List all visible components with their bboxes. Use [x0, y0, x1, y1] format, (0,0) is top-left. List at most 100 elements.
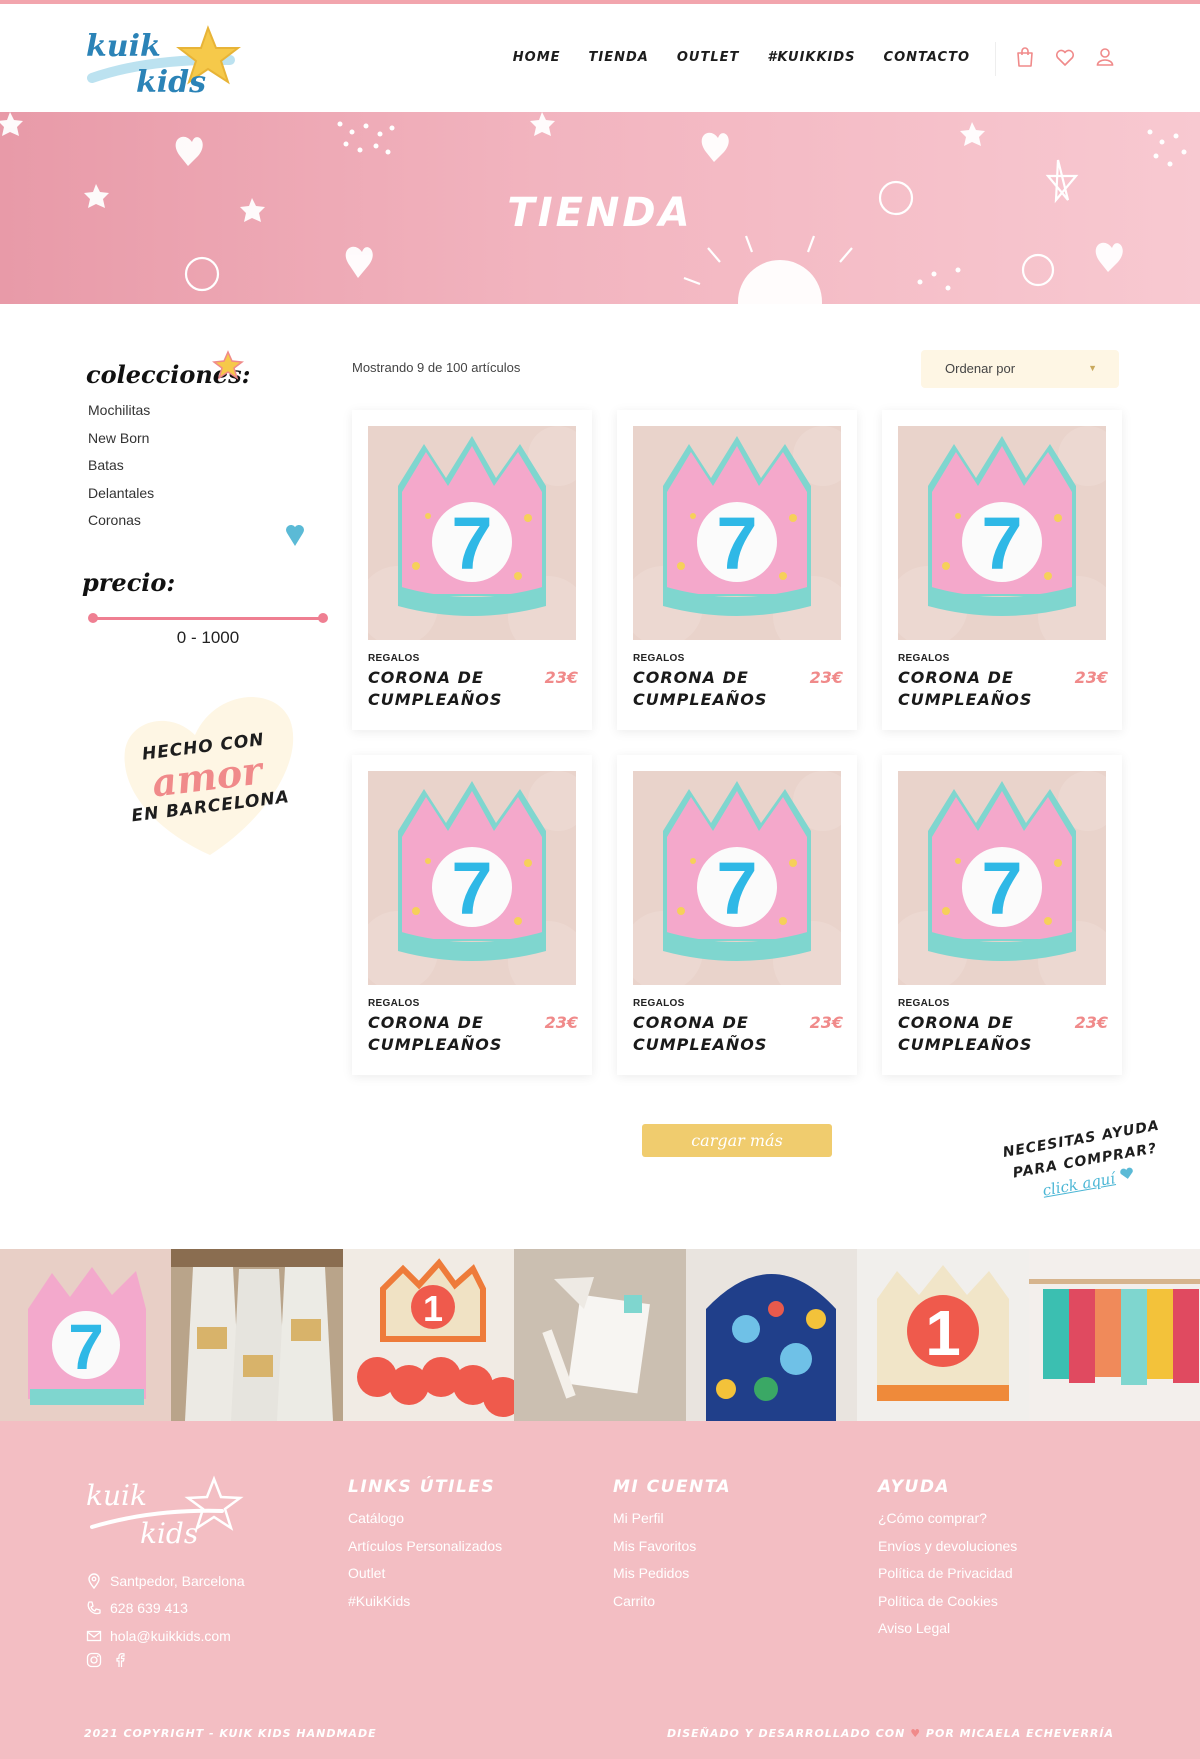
credits-pre: DISEÑADO Y DESARROLLADO CON — [667, 1727, 906, 1740]
footer-link-privacidad[interactable]: Política de Privacidad — [878, 1560, 1017, 1588]
gallery-photo-crown-1[interactable]: 1 — [857, 1249, 1029, 1421]
footer-link-catalogo[interactable]: Catálogo — [348, 1505, 502, 1533]
collection-new-born[interactable]: New Born — [88, 430, 154, 458]
copyright: 2021 COPYRIGHT - KUIK KIDS HANDMADE — [84, 1727, 377, 1740]
product-image[interactable]: 7 — [888, 426, 1118, 656]
product-name[interactable]: CORONA DE CUMPLEAÑOS — [898, 1012, 1048, 1056]
footer-link-envios[interactable]: Envíos y devoluciones — [878, 1533, 1017, 1561]
product-category: REGALOS — [633, 653, 685, 664]
results-count: Mostrando 9 de 100 artículos — [352, 360, 521, 375]
blue-heart-doodle-icon — [286, 525, 304, 546]
product-name[interactable]: CORONA DE CUMPLEAÑOS — [898, 667, 1048, 711]
nav-outlet[interactable]: OUTLET — [677, 50, 740, 65]
footer-address: Santpedor, Barcelona — [110, 1572, 245, 1589]
svg-text:7: 7 — [981, 847, 1022, 930]
footer-email-row[interactable]: hola@kuikkids.com — [86, 1622, 245, 1650]
product-name[interactable]: CORONA DE CUMPLEAÑOS — [633, 1012, 783, 1056]
product-image[interactable]: 7 — [623, 426, 853, 656]
product-image[interactable]: 7 — [888, 771, 1118, 1001]
product-category: REGALOS — [898, 998, 950, 1009]
footer-link-pedidos[interactable]: Mis Pedidos — [613, 1560, 731, 1588]
product-card[interactable]: 7 REGALOS CORONA DE CUMPLEAÑOS 23€ — [352, 410, 592, 730]
footer-link-cookies[interactable]: Política de Cookies — [878, 1588, 1017, 1616]
footer-col-account-title: MI CUENTA — [613, 1477, 732, 1497]
product-price: 23€ — [544, 1013, 578, 1032]
product-card[interactable]: 7 REGALOS CORONA DE CUMPLEAÑOS 23€ — [617, 410, 857, 730]
footer-link-aviso-legal[interactable]: Aviso Legal — [878, 1615, 1017, 1643]
product-category: REGALOS — [898, 653, 950, 664]
nav-divider — [995, 42, 996, 76]
credits-post: POR MICAELA ECHEVERRÍA — [925, 1727, 1114, 1740]
collection-delantales[interactable]: Delantales — [88, 485, 154, 513]
gallery-photo-crown-7[interactable]: 7 — [0, 1249, 172, 1421]
footer-link-perfil[interactable]: Mi Perfil — [613, 1505, 731, 1533]
footer-col-links-title: LINKS ÚTILES — [348, 1477, 496, 1497]
load-more-button[interactable]: cargar más — [642, 1124, 832, 1157]
product-card[interactable]: 7 REGALOS CORONA DE CUMPLEAÑOS 23€ — [882, 410, 1122, 730]
heart-icon[interactable] — [1054, 46, 1076, 68]
svg-text:kids: kids — [140, 1517, 198, 1550]
price-slider[interactable] — [88, 613, 328, 623]
footer-contact: Santpedor, Barcelona 628 639 413 hola@ku… — [86, 1567, 245, 1668]
instagram-icon[interactable] — [86, 1652, 102, 1668]
svg-text:7: 7 — [68, 1311, 104, 1383]
footer-link-outlet[interactable]: Outlet — [348, 1560, 502, 1588]
star-doodle-icon — [212, 350, 244, 380]
product-price: 23€ — [544, 668, 578, 687]
chevron-down-icon: ▼ — [1088, 363, 1097, 373]
collection-coronas[interactable]: Coronas — [88, 512, 154, 540]
svg-text:7: 7 — [716, 847, 757, 930]
product-category: REGALOS — [368, 653, 420, 664]
kuik-kids-logo[interactable]: kuik kids — [80, 18, 260, 104]
credits: DISEÑADO Y DESARROLLADO CON ♥ POR MICAEL… — [667, 1727, 1114, 1740]
collections-list: Mochilitas New Born Batas Delantales Cor… — [88, 402, 154, 540]
collection-mochilitas[interactable]: Mochilitas — [88, 402, 154, 430]
nav-tienda[interactable]: TIENDA — [588, 50, 650, 68]
footer-col-help: AYUDA ¿Cómo comprar? Envíos y devolucion… — [878, 1477, 1017, 1643]
price-slider-min-handle[interactable] — [88, 613, 98, 623]
gallery-photo-crown-numbers[interactable]: 1 — [342, 1249, 515, 1421]
product-price: 23€ — [809, 1013, 843, 1032]
gallery-photo-backpack[interactable] — [685, 1249, 858, 1421]
footer-link-carrito[interactable]: Carrito — [613, 1588, 731, 1616]
nav-home[interactable]: HOME — [513, 50, 561, 65]
sort-dropdown[interactable]: Ordenar por ▼ — [921, 350, 1119, 388]
product-name[interactable]: CORONA DE CUMPLEAÑOS — [633, 667, 783, 711]
gallery-photo-clothes-rack[interactable] — [1028, 1249, 1200, 1421]
site-header: kuik kids HOME TIENDA OUTLET #KUIKKIDS C… — [0, 4, 1200, 112]
product-image[interactable]: 7 — [358, 771, 588, 1001]
user-icon[interactable] — [1094, 46, 1116, 68]
sort-label: Ordenar por — [945, 361, 1016, 376]
gallery-photo-accessories[interactable] — [514, 1249, 686, 1421]
product-image[interactable]: 7 — [623, 771, 853, 1001]
footer-link-kuikkids[interactable]: #KuikKids — [348, 1588, 502, 1616]
gallery-photo-aprons[interactable] — [171, 1249, 343, 1421]
product-category: REGALOS — [368, 998, 420, 1009]
header-icons — [1014, 46, 1116, 68]
product-name[interactable]: CORONA DE CUMPLEAÑOS — [368, 667, 518, 711]
nav-contacto[interactable]: CONTACTO — [884, 50, 970, 65]
bag-icon[interactable] — [1014, 46, 1036, 68]
footer-phone-row[interactable]: 628 639 413 — [86, 1595, 245, 1623]
heart-icon: ♥ — [910, 1727, 922, 1740]
svg-text:kuik: kuik — [86, 29, 161, 64]
footer-phone[interactable]: 628 639 413 — [110, 1600, 188, 1616]
footer-email[interactable]: hola@kuikkids.com — [110, 1628, 231, 1644]
price-slider-max-handle[interactable] — [318, 613, 328, 623]
footer-logo[interactable]: kuik kids — [82, 1471, 257, 1553]
svg-text:kuik: kuik — [86, 1479, 147, 1512]
facebook-icon[interactable] — [112, 1652, 128, 1668]
footer-link-favoritos[interactable]: Mis Favoritos — [613, 1533, 731, 1561]
collection-batas[interactable]: Batas — [88, 457, 154, 485]
nav-kuikkids[interactable]: #KUIKKIDS — [767, 50, 855, 65]
product-card[interactable]: 7 REGALOS CORONA DE CUMPLEAÑOS 23€ — [617, 755, 857, 1075]
product-image[interactable]: 7 — [358, 426, 588, 656]
product-card[interactable]: 7 REGALOS CORONA DE CUMPLEAÑOS 23€ — [352, 755, 592, 1075]
footer-link-personalizados[interactable]: Artículos Personalizados — [348, 1533, 502, 1561]
product-name[interactable]: CORONA DE CUMPLEAÑOS — [368, 1012, 518, 1056]
site-footer: kuik kids Santpedor, Barcelona 628 639 4… — [0, 1421, 1200, 1759]
product-price: 23€ — [1074, 1013, 1108, 1032]
product-card[interactable]: 7 REGALOS CORONA DE CUMPLEAÑOS 23€ — [882, 755, 1122, 1075]
svg-text:7: 7 — [451, 502, 492, 585]
footer-link-como-comprar[interactable]: ¿Cómo comprar? — [878, 1505, 1017, 1533]
